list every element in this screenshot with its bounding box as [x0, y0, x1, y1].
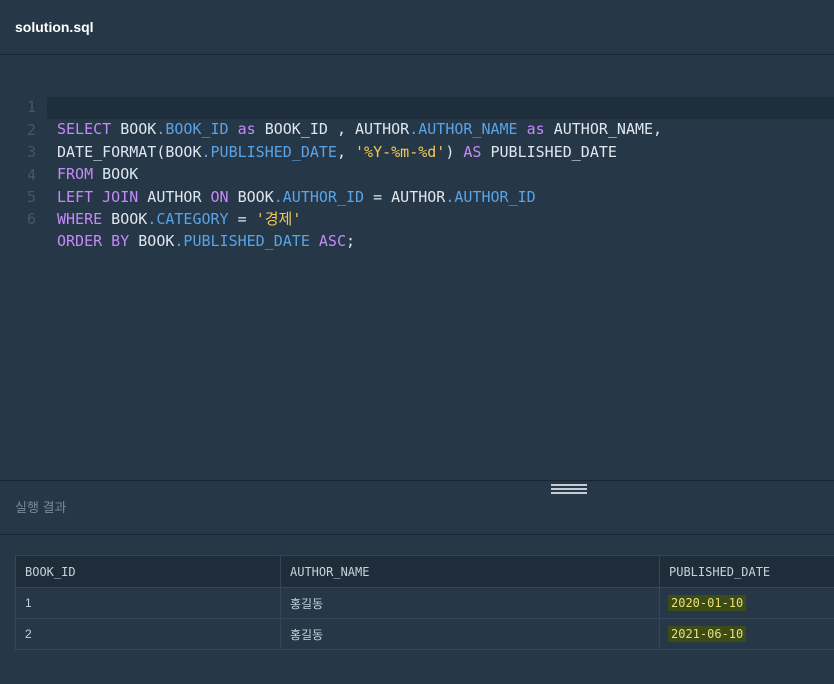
table-header-row: BOOK_ID AUTHOR_NAME PUBLISHED_DATE — [15, 555, 834, 588]
code-token: WHERE — [57, 210, 103, 228]
table-row: 1 홍길동 2020-01-10 — [15, 587, 834, 619]
cell-author-name: 홍길동 — [280, 587, 660, 619]
results-divider — [0, 534, 834, 535]
line-number: 1 — [27, 98, 37, 116]
results-table: BOOK_ID AUTHOR_NAME PUBLISHED_DATE 1 홍길동… — [15, 555, 834, 650]
editor-tab-bar: solution.sql — [0, 0, 834, 55]
line-number: 6 — [27, 210, 37, 228]
cell-published-date: 2020-01-10 — [659, 587, 834, 619]
code-token: '경제' — [255, 210, 302, 228]
cell-book-id: 1 — [15, 587, 281, 619]
code-token: = — [228, 210, 256, 228]
cell-book-id: 2 — [15, 618, 281, 650]
code-token: ORDER BY — [57, 232, 130, 250]
code-line-4[interactable]: 4 LEFT JOIN AUTHOR ON BOOK.AUTHOR_ID = A… — [0, 142, 834, 206]
code-token: .PUBLISHED_DATE — [174, 232, 310, 250]
code-token: ASC — [318, 232, 346, 250]
code-text[interactable]: WHERE BOOK.CATEGORY = '경제' — [57, 208, 301, 230]
cell-published-date: 2021-06-10 — [659, 618, 834, 650]
highlighted-value: 2020-01-10 — [668, 595, 747, 611]
code-line-1[interactable]: 1 SELECT BOOK.BOOK_ID as BOOK_ID , AUTHO… — [0, 74, 834, 138]
results-title: 실행 결과 — [15, 500, 67, 515]
code-line-6[interactable]: 6 ORDER BY BOOK.PUBLISHED_DATE ASC; — [0, 186, 834, 250]
code-token: ; — [346, 232, 356, 250]
code-token: BOOK — [129, 232, 175, 250]
column-header-book-id: BOOK_ID — [15, 555, 281, 588]
panel-divider — [0, 480, 834, 481]
resize-handle-icon[interactable] — [551, 484, 587, 494]
code-line-2[interactable]: 2 DATE_FORMAT(BOOK.PUBLISHED_DATE, '%Y-%… — [27, 97, 834, 161]
code-token: .CATEGORY — [147, 210, 229, 228]
column-header-author-name: AUTHOR_NAME — [280, 555, 660, 588]
code-token: BOOK — [102, 210, 148, 228]
highlighted-value: 2021-06-10 — [668, 626, 747, 642]
cell-author-name: 홍길동 — [280, 618, 660, 650]
code-line-3[interactable]: 3 FROM BOOK — [0, 119, 834, 183]
code-line-5[interactable]: 5 WHERE BOOK.CATEGORY = '경제' — [0, 164, 834, 228]
code-editor[interactable]: 1 SELECT BOOK.BOOK_ID as BOOK_ID , AUTHO… — [0, 55, 834, 480]
table-row: 2 홍길동 2021-06-10 — [15, 618, 834, 650]
file-tab-name[interactable]: solution.sql — [15, 19, 94, 35]
column-header-published-date: PUBLISHED_DATE — [659, 555, 834, 588]
code-text[interactable]: ORDER BY BOOK.PUBLISHED_DATE ASC; — [57, 230, 355, 252]
